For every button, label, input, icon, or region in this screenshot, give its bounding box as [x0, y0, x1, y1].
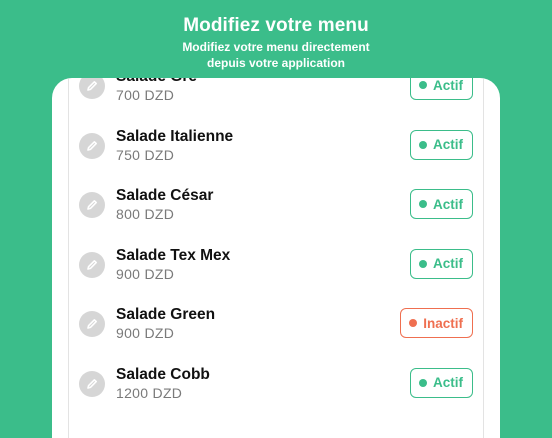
menu-item: Salade Tex Mex 900 DZD Actif — [69, 240, 483, 300]
item-price: 900 DZD — [116, 325, 175, 342]
status-toggle[interactable]: Inactif — [400, 308, 473, 339]
edit-button[interactable] — [79, 370, 105, 397]
status-label: Actif — [433, 196, 463, 212]
item-price: 750 DZD — [116, 146, 175, 163]
dot-icon — [419, 140, 427, 149]
dot-icon — [409, 319, 418, 328]
item-name: Salade Green — [116, 306, 216, 324]
item-name: Salade Italienne — [116, 127, 234, 145]
menu-item: Salade Cobb 1200 DZD Actif — [69, 359, 483, 419]
item-price: 800 DZD — [116, 206, 175, 223]
menu-item: Salade César 800 DZD Actif — [69, 180, 483, 240]
status-toggle[interactable]: Actif — [410, 367, 473, 398]
edit-button[interactable] — [79, 192, 105, 219]
item-price: 1200 DZD — [116, 384, 183, 401]
page-title: Modifiez votre menu — [183, 15, 369, 36]
edit-button[interactable] — [79, 78, 105, 99]
dot-icon — [419, 81, 427, 89]
header: Modifiez votre menu Modifiez votre menu … — [0, 14, 552, 71]
dot-icon — [419, 378, 427, 387]
status-label: Actif — [433, 78, 463, 93]
item-name: Salade Gre — [116, 78, 197, 86]
status-toggle[interactable]: Actif — [410, 78, 473, 100]
edit-button[interactable] — [79, 311, 105, 338]
pencil-icon — [87, 378, 97, 389]
status-toggle[interactable]: Actif — [410, 189, 473, 220]
status-label: Actif — [433, 375, 463, 391]
status-label: Actif — [433, 256, 463, 272]
status-toggle[interactable]: Actif — [410, 248, 473, 279]
status-label: Actif — [433, 137, 463, 153]
item-name: Salade César — [116, 187, 214, 205]
menu-item: Salade Gre 700 DZD Actif — [69, 78, 483, 121]
menu-item: Salade Green 900 DZD Inactif — [69, 299, 483, 359]
item-price: 900 DZD — [116, 265, 175, 282]
menu-list: Salade Gre 700 DZD Actif Salade Italienn… — [69, 78, 483, 419]
pencil-icon — [87, 319, 97, 330]
pencil-icon — [87, 259, 97, 270]
item-name: Salade Cobb — [116, 365, 210, 383]
menu-item: Salade Italienne 750 DZD Actif — [69, 121, 483, 181]
item-price: 700 DZD — [116, 87, 175, 103]
dot-icon — [419, 259, 427, 268]
status-label: Inactif — [423, 315, 463, 331]
status-toggle[interactable]: Actif — [410, 129, 473, 160]
phone-screen: Salade Gre 700 DZD Actif Salade Italienn… — [52, 78, 500, 438]
subtitle-line-1: Modifiez votre menu directement — [182, 40, 370, 54]
page-subtitle: Modifiez votre menu directement depuis v… — [0, 39, 552, 71]
pencil-icon — [87, 140, 97, 151]
menu-panel: Salade Gre 700 DZD Actif Salade Italienn… — [68, 78, 484, 438]
subtitle-line-2: depuis votre application — [206, 56, 346, 70]
item-name: Salade Tex Mex — [116, 246, 231, 264]
pencil-icon — [87, 81, 97, 91]
edit-button[interactable] — [79, 132, 105, 159]
dot-icon — [419, 200, 427, 209]
edit-button[interactable] — [79, 251, 105, 278]
pencil-icon — [87, 200, 97, 210]
